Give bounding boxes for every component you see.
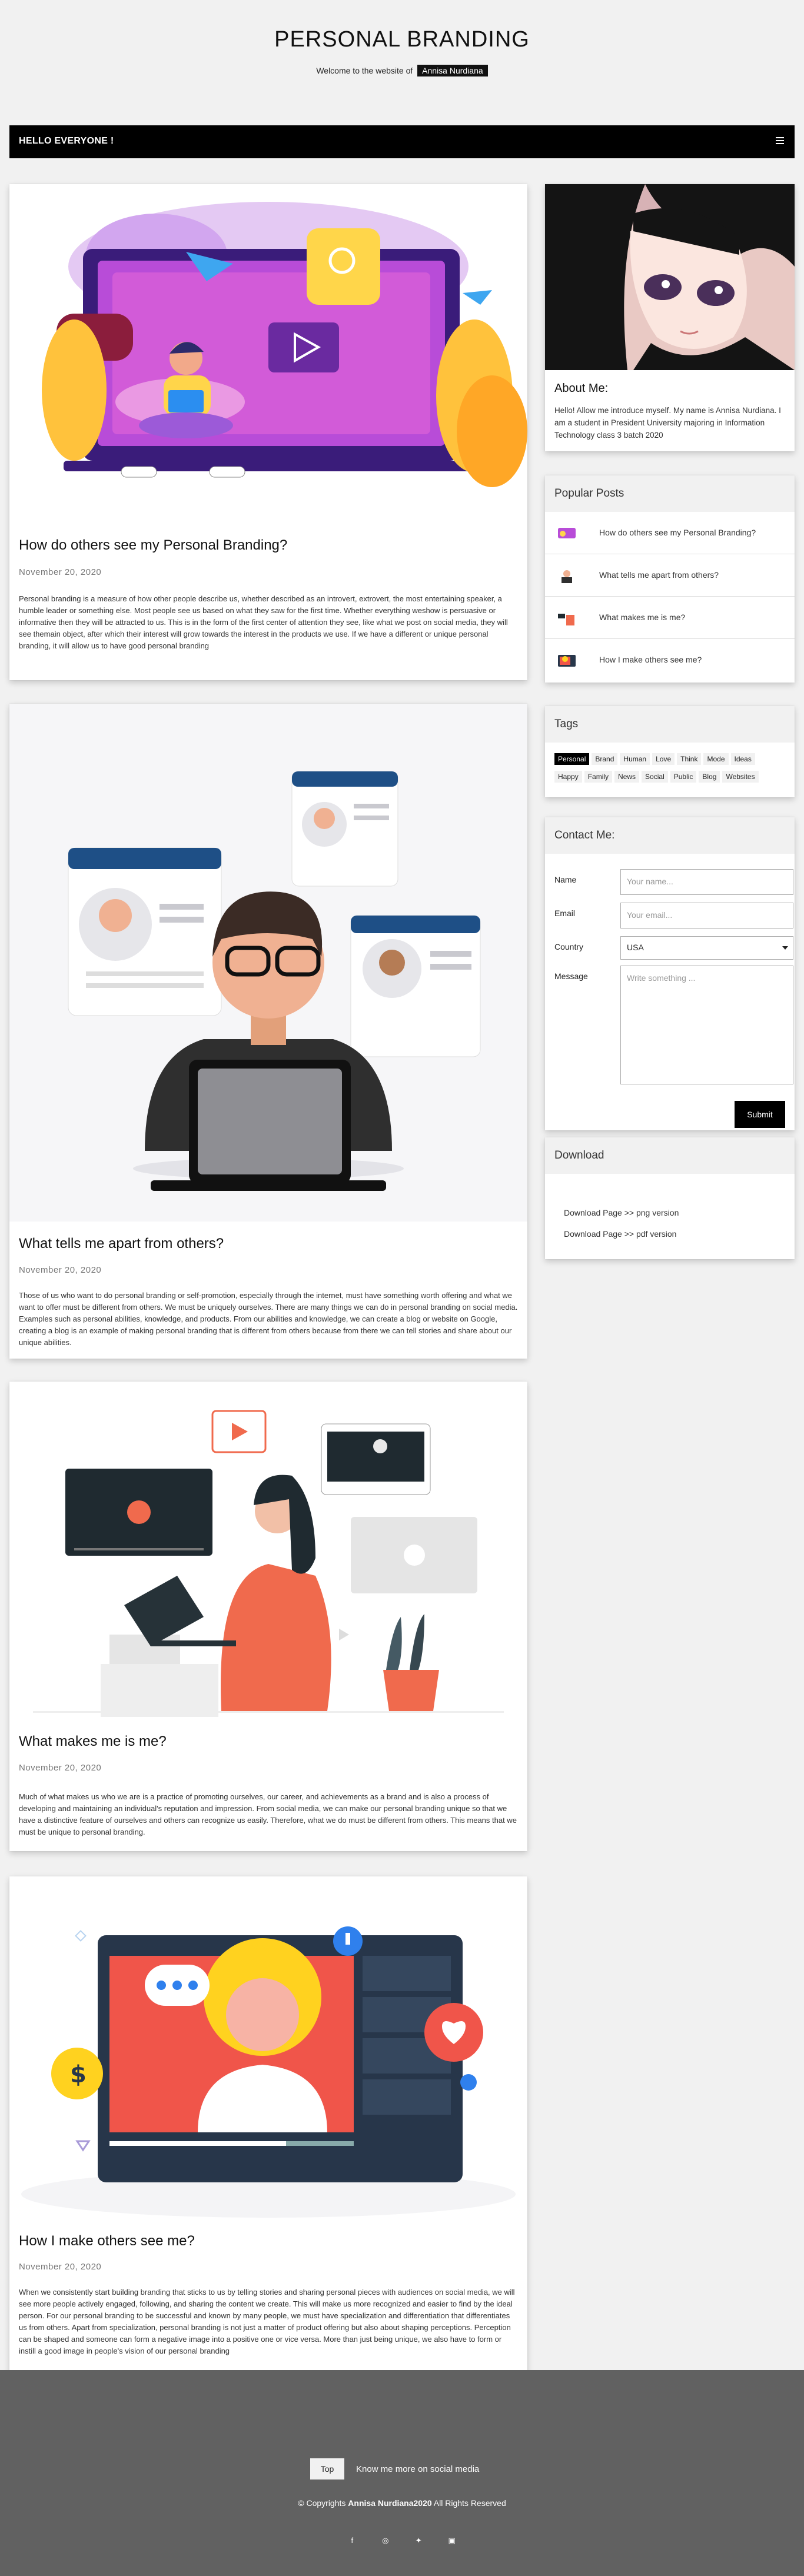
name-input[interactable]: Your name... xyxy=(620,869,793,895)
download-card: Download Download Page >> png version Do… xyxy=(545,1137,795,1259)
chevron-down-icon xyxy=(782,946,788,950)
tag[interactable]: Human xyxy=(620,753,650,765)
country-select[interactable]: USA xyxy=(620,936,793,960)
post-date: November 20, 2020 xyxy=(19,2262,102,2272)
post-image-laptop-video xyxy=(9,184,527,514)
hamburger-icon[interactable] xyxy=(776,137,784,145)
tag[interactable]: Happy xyxy=(554,771,582,783)
back-to-top-button[interactable]: Top xyxy=(310,2458,344,2480)
post-body: Those of us who want to do personal bran… xyxy=(19,1291,518,1347)
popular-post-item[interactable]: What makes me is me? xyxy=(545,597,795,639)
email-row: Email Your email... xyxy=(554,903,793,932)
submit-button[interactable]: Submit xyxy=(735,1101,785,1128)
tags-title: Tags xyxy=(545,706,795,743)
post-card: What tells me apart from others? Novembe… xyxy=(9,704,527,1359)
popular-post-thumbnail xyxy=(556,653,578,668)
copyright-name: Annisa Nurdiana2020 xyxy=(348,2498,432,2508)
post-date: November 20, 2020 xyxy=(19,1265,102,1275)
popular-post-thumbnail xyxy=(556,525,578,541)
site-title: PERSONAL BRANDING xyxy=(274,27,530,52)
post-title[interactable]: What tells me apart from others? xyxy=(19,1236,224,1252)
copyright-suffix: All Rights Reserved xyxy=(433,2498,506,2508)
about-text: Hello! Allow me introduce myself. My nam… xyxy=(554,406,781,440)
about-card: About Me: Hello! Allow me introduce myse… xyxy=(545,184,795,451)
tag[interactable]: News xyxy=(614,771,640,783)
tag[interactable]: Personal xyxy=(554,753,590,765)
tag[interactable]: Public xyxy=(670,771,697,783)
popular-post-label[interactable]: How do others see my Personal Branding? xyxy=(599,528,756,537)
popular-post-item[interactable]: How do others see my Personal Branding? xyxy=(545,512,795,554)
site-footer: Top Know me more on social media © Copyr… xyxy=(0,2370,804,2576)
post-date: November 20, 2020 xyxy=(19,567,102,577)
tag[interactable]: Mode xyxy=(703,753,729,765)
name-label: Name xyxy=(554,875,577,884)
popular-post-item[interactable]: What tells me apart from others? xyxy=(545,554,795,597)
welcome-line: Welcome to the website of Annisa Nurdian… xyxy=(0,65,804,76)
social-icons: f ◎ ✦ ▣ xyxy=(0,2535,804,2546)
download-pdf-link[interactable]: Download Page >> pdf version xyxy=(564,1229,676,1239)
post-card: $ How I make others see me? November 20,… xyxy=(9,1876,527,2388)
download-png-link[interactable]: Download Page >> png version xyxy=(564,1208,679,1217)
navbar-title[interactable]: HELLO EVERYONE ! xyxy=(19,136,114,147)
tag[interactable]: Social xyxy=(642,771,668,783)
country-row: Country USA xyxy=(554,936,793,962)
tag[interactable]: Ideas xyxy=(730,753,755,765)
tag[interactable]: Family xyxy=(584,771,613,783)
author-badge: Annisa Nurdiana xyxy=(417,65,488,76)
copyright-prefix: © Copyrights xyxy=(298,2498,346,2508)
post-image-streamer: $ xyxy=(9,1876,527,2218)
email-label: Email xyxy=(554,908,576,918)
popular-posts-title: Popular Posts xyxy=(545,475,795,512)
message-textarea[interactable]: Write something ... xyxy=(620,966,793,1084)
popular-post-label[interactable]: What tells me apart from others? xyxy=(599,570,719,580)
facebook-icon[interactable]: f xyxy=(347,2536,357,2545)
email-input[interactable]: Your email... xyxy=(620,903,793,928)
popular-post-thumbnail xyxy=(556,610,578,625)
linkedin-icon[interactable]: ▣ xyxy=(447,2536,457,2545)
svg-text:$: $ xyxy=(70,2061,87,2088)
post-body: Much of what makes us who we are is a pr… xyxy=(19,1792,517,1836)
country-selected-value: USA xyxy=(627,943,644,952)
post-body: Personal branding is a measure of how ot… xyxy=(19,594,508,650)
popular-post-label[interactable]: What makes me is me? xyxy=(599,613,685,622)
post-image-video-woman xyxy=(9,1382,527,1723)
tag[interactable]: Blog xyxy=(699,771,720,783)
message-row: Message Write something ... xyxy=(554,966,793,1087)
contact-title: Contact Me: xyxy=(545,817,795,854)
tags-card: Tags Personal Brand Human Love Think Mode Idea… xyxy=(545,706,795,797)
message-label: Message xyxy=(554,971,588,981)
copyright: © Copyrights Annisa Nurdiana2020 All Rig… xyxy=(0,2498,804,2508)
tag[interactable]: Love xyxy=(652,753,675,765)
tag[interactable]: Websites xyxy=(722,771,759,783)
tag[interactable]: Brand xyxy=(592,753,618,765)
about-title: About Me: xyxy=(554,382,609,395)
post-date: November 20, 2020 xyxy=(19,1763,102,1773)
twitter-icon[interactable]: ✦ xyxy=(414,2536,423,2545)
popular-post-label[interactable]: How I make others see me? xyxy=(599,655,702,664)
post-card: What makes me is me? November 20, 2020 M… xyxy=(9,1382,527,1851)
about-avatar-image xyxy=(545,184,795,370)
post-title[interactable]: How do others see my Personal Branding? xyxy=(19,537,287,554)
popular-post-thumbnail xyxy=(556,568,578,583)
download-title: Download xyxy=(545,1137,795,1174)
country-label: Country xyxy=(554,942,584,951)
popular-post-item[interactable]: How I make others see me? xyxy=(545,639,795,681)
welcome-text: Welcome to the website of xyxy=(316,66,413,75)
popular-posts-card: Popular Posts How do others see my Perso… xyxy=(545,475,795,683)
name-row: Name Your name... xyxy=(554,869,793,898)
tag[interactable]: Think xyxy=(677,753,702,765)
post-body: When we consistently start building bran… xyxy=(19,2288,515,2355)
contact-card: Contact Me: Name Your name... Email Your… xyxy=(545,817,795,1130)
post-title[interactable]: What makes me is me? xyxy=(19,1733,167,1750)
top-navbar: HELLO EVERYONE ! xyxy=(9,125,795,158)
post-card: How do others see my Personal Branding? … xyxy=(9,184,527,680)
post-title[interactable]: How I make others see me? xyxy=(19,2233,195,2249)
instagram-icon[interactable]: ◎ xyxy=(381,2536,390,2545)
social-media-text: Know me more on social media xyxy=(356,2464,480,2474)
tag-list: Personal Brand Human Love Think Mode Ideas Hap… xyxy=(545,743,795,799)
site-header: PERSONAL BRANDING Welcome to the website… xyxy=(0,0,804,118)
post-image-profile-cards xyxy=(9,704,527,1222)
